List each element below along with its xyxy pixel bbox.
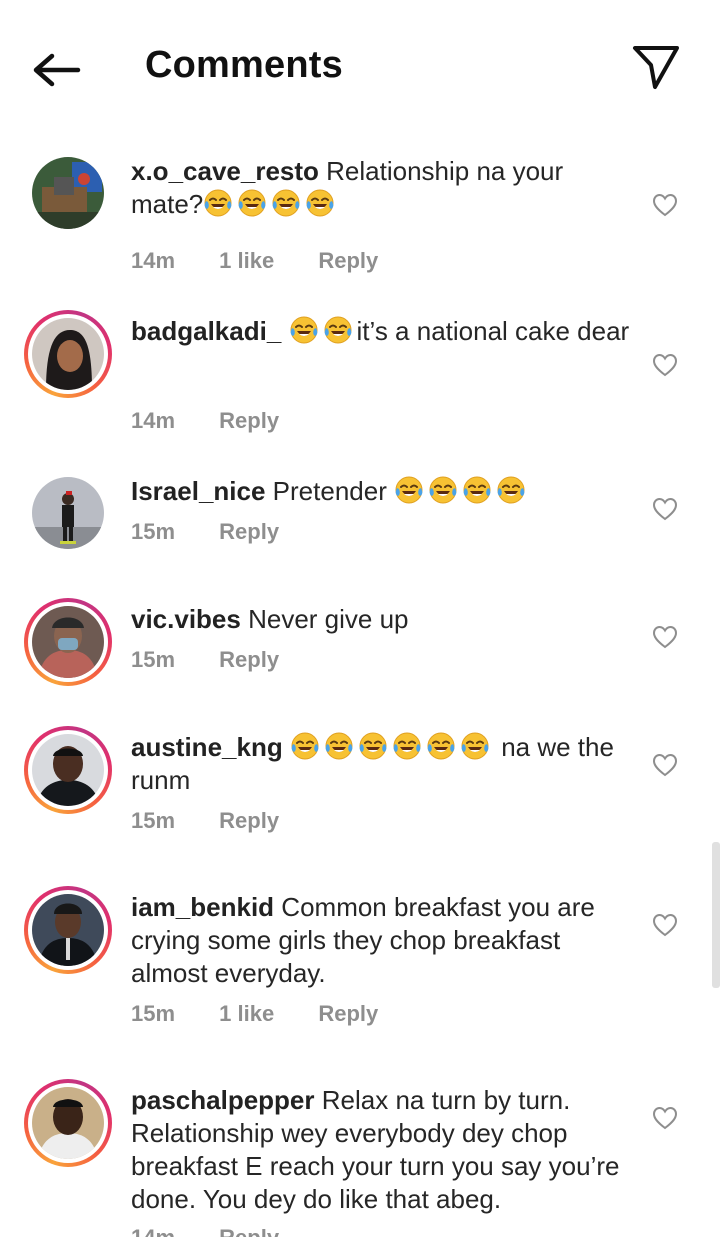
- arrow-left-icon[interactable]: [28, 48, 84, 92]
- comment-likes[interactable]: 1 like: [219, 248, 274, 273]
- comment-time: 15m: [131, 1001, 176, 1026]
- avatar[interactable]: [24, 1079, 112, 1167]
- avatar[interactable]: [32, 477, 104, 549]
- heart-icon[interactable]: [652, 1106, 678, 1130]
- tears-of-joy-emoji-icon: [271, 188, 301, 218]
- comment-username[interactable]: x.o_cave_resto: [131, 156, 319, 186]
- header-bar: Comments: [0, 0, 720, 136]
- reply-button[interactable]: Reply: [219, 808, 279, 833]
- heart-icon[interactable]: [652, 913, 678, 937]
- reply-button[interactable]: Reply: [219, 647, 279, 672]
- avatar[interactable]: [24, 598, 112, 686]
- tears-of-joy-emoji-icon: [462, 475, 492, 505]
- tears-of-joy-emoji-icon: [290, 731, 320, 761]
- reply-button[interactable]: Reply: [219, 519, 279, 544]
- avatar[interactable]: [32, 157, 104, 229]
- avatar[interactable]: [24, 310, 112, 398]
- reply-button[interactable]: Reply: [318, 248, 378, 273]
- tears-of-joy-emoji-icon: [203, 188, 233, 218]
- comment-time: 15m: [131, 808, 176, 833]
- comment-username[interactable]: iam_benkid: [131, 892, 274, 922]
- comment-username[interactable]: vic.vibes: [131, 604, 241, 634]
- comment-likes[interactable]: 1 like: [219, 1001, 274, 1026]
- page-title: Comments: [145, 44, 343, 86]
- emoji-group: [394, 476, 530, 506]
- tears-of-joy-emoji-icon: [324, 731, 354, 761]
- heart-icon[interactable]: [652, 625, 678, 649]
- tears-of-joy-emoji-icon: [426, 731, 456, 761]
- heart-icon[interactable]: [652, 193, 678, 217]
- heart-icon[interactable]: [652, 497, 678, 521]
- tears-of-joy-emoji-icon: [460, 731, 490, 761]
- comment-text: it’s a national cake dear: [356, 316, 630, 346]
- comment-time: 15m: [131, 647, 176, 672]
- comment-time: 14m: [131, 248, 176, 273]
- comment-username[interactable]: austine_kng: [131, 732, 283, 762]
- tears-of-joy-emoji-icon: [358, 731, 388, 761]
- tears-of-joy-emoji-icon: [392, 731, 422, 761]
- scrollbar[interactable]: [712, 842, 720, 988]
- heart-icon[interactable]: [652, 753, 678, 777]
- emoji-group: [289, 316, 357, 346]
- tears-of-joy-emoji-icon: [305, 188, 335, 218]
- comment-time: 15m: [131, 519, 176, 544]
- tears-of-joy-emoji-icon: [428, 475, 458, 505]
- tears-of-joy-emoji-icon: [289, 315, 319, 345]
- avatar[interactable]: [24, 726, 112, 814]
- reply-button[interactable]: Reply: [219, 1225, 279, 1237]
- comment-text: Pretender: [272, 476, 387, 506]
- comment-time: 14m: [131, 408, 176, 433]
- reply-button[interactable]: Reply: [219, 408, 279, 433]
- comment-username[interactable]: Israel_nice: [131, 476, 265, 506]
- paper-plane-icon[interactable]: [630, 42, 682, 92]
- tears-of-joy-emoji-icon: [394, 475, 424, 505]
- avatar[interactable]: [24, 886, 112, 974]
- heart-icon[interactable]: [652, 353, 678, 377]
- emoji-group: [290, 732, 494, 762]
- tears-of-joy-emoji-icon: [496, 475, 526, 505]
- comment-text: Never give up: [248, 604, 409, 634]
- emoji-group: [203, 189, 339, 219]
- tears-of-joy-emoji-icon: [323, 315, 353, 345]
- comment-username[interactable]: badgalkadi_: [131, 316, 281, 346]
- reply-button[interactable]: Reply: [318, 1001, 378, 1026]
- comment-username[interactable]: paschalpepper: [131, 1085, 315, 1115]
- comment-time: 14m: [131, 1225, 175, 1237]
- tears-of-joy-emoji-icon: [237, 188, 267, 218]
